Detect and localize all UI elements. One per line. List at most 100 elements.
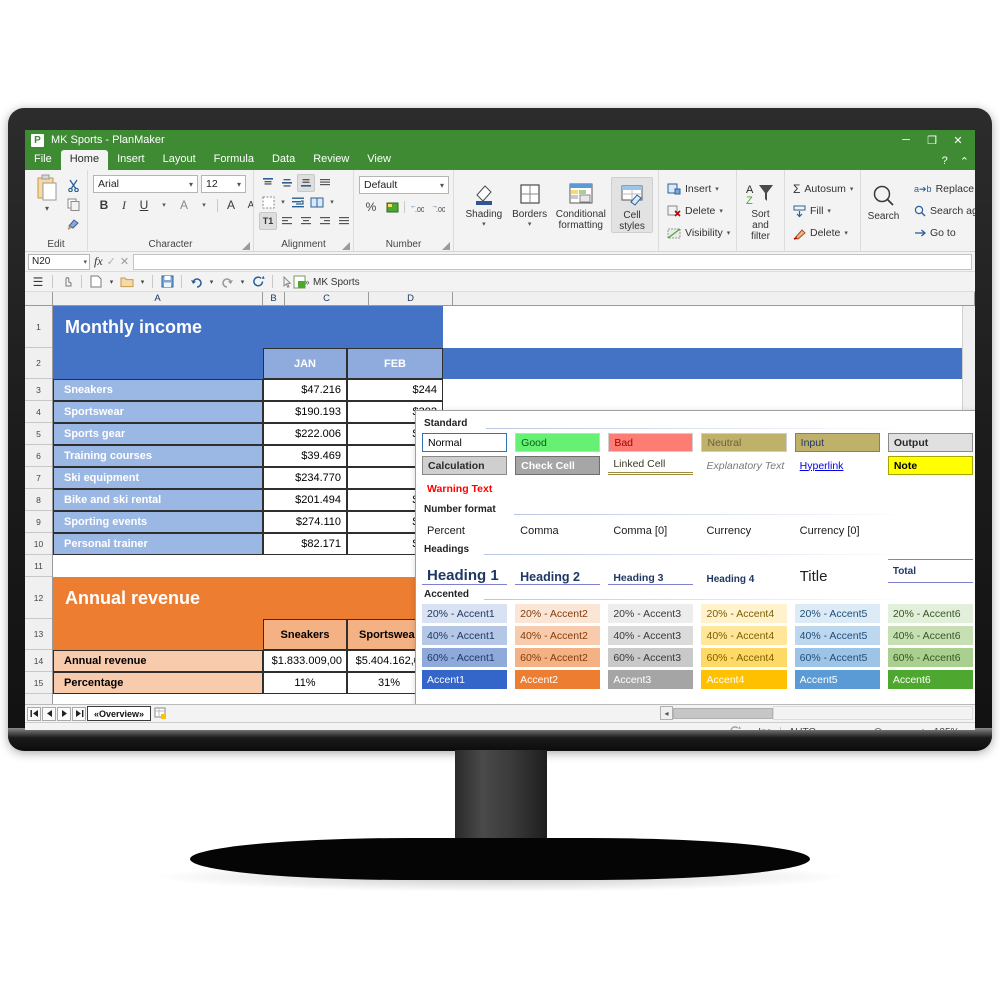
borders-button[interactable]: Borders ▾ (509, 177, 551, 228)
tab-home[interactable]: Home (60, 150, 109, 170)
accept-formula-icon[interactable]: ✓ (107, 255, 116, 268)
align-center-icon[interactable] (297, 212, 315, 230)
first-sheet-button[interactable] (27, 706, 41, 721)
style-accent4[interactable]: Accent4 (701, 670, 787, 689)
hscroll-left-button[interactable]: ◂ (660, 706, 673, 720)
restore-button[interactable]: ❐ (919, 130, 945, 150)
open-dropdown-caret[interactable]: ▾ (138, 273, 147, 291)
merge-dropdown-caret[interactable]: ▾ (327, 193, 337, 211)
status-more-icon[interactable]: » (963, 727, 969, 730)
style-20-accent3[interactable]: 20% - Accent3 (608, 604, 694, 623)
style-20-accent4[interactable]: 20% - Accent4 (701, 604, 787, 623)
horizontal-scrollbar[interactable]: ◂ (660, 706, 973, 720)
name-box[interactable]: N20 ▾ (28, 253, 90, 270)
table-row[interactable]: Sneakers $47.216 $244 (53, 379, 975, 401)
style-40-accent1[interactable]: 40% - Accent1 (422, 626, 508, 645)
style-60-accent5[interactable]: 60% - Accent5 (794, 648, 880, 667)
style-60-accent6[interactable]: 60% - Accent6 (887, 648, 973, 667)
copy-icon[interactable] (64, 195, 82, 213)
open-folder-icon[interactable] (118, 273, 136, 291)
paste-icon[interactable] (34, 174, 60, 204)
number-dialog-launcher[interactable] (442, 242, 450, 250)
borders-dropdown-caret[interactable]: ▾ (278, 193, 288, 211)
style-40-accent3[interactable]: 40% - Accent3 (608, 626, 694, 645)
visibility-button[interactable]: Visibility ▾ (664, 223, 733, 243)
refresh-icon[interactable] (249, 273, 267, 291)
style-60-accent3[interactable]: 60% - Accent3 (608, 648, 694, 667)
redo-icon[interactable] (218, 273, 236, 291)
style-output[interactable]: Output (887, 433, 973, 452)
decrease-decimal-icon[interactable]: → .00 (429, 198, 447, 216)
underline-dropdown-caret[interactable]: ▾ (155, 196, 173, 214)
shading-button[interactable]: Shading ▾ (463, 177, 505, 228)
hamburger-menu-icon[interactable]: ☰ (29, 273, 47, 291)
font-size-combo[interactable]: 12 ▾ (201, 175, 246, 193)
column-header-b[interactable]: B (263, 292, 285, 305)
row-header-8[interactable]: 8 (25, 489, 52, 511)
style-title[interactable]: Title (795, 559, 880, 585)
style-60-accent1[interactable]: 60% - Accent1 (422, 648, 508, 667)
row-header-4[interactable]: 4 (25, 401, 52, 423)
style-heading-1[interactable]: Heading 1 (422, 559, 508, 585)
select-all-corner[interactable] (25, 292, 53, 305)
style-neutral[interactable]: Neutral (701, 433, 787, 452)
search-again-button[interactable]: Search again (911, 201, 975, 221)
previous-sheet-button[interactable] (42, 706, 56, 721)
borders-quick-icon[interactable] (259, 193, 277, 211)
currency-format-icon[interactable] (383, 198, 401, 216)
style-currency[interactable]: Currency (701, 521, 786, 541)
text-rotation-icon[interactable]: T1 (259, 212, 277, 230)
align-middle-icon[interactable] (278, 174, 296, 192)
tab-formula[interactable]: Formula (205, 150, 263, 170)
conditional-formatting-button[interactable]: Conditional formatting (554, 177, 607, 231)
column-header-a[interactable]: A (53, 292, 263, 305)
row-header-12[interactable]: 12 (25, 577, 52, 619)
redo-dropdown-caret[interactable]: ▾ (238, 273, 247, 291)
style-total[interactable]: Total (887, 559, 973, 583)
row-header-5[interactable]: 5 (25, 423, 52, 445)
percent-format-icon[interactable]: % (362, 198, 380, 216)
style-20-accent6[interactable]: 20% - Accent6 (887, 604, 973, 623)
justify-icon[interactable] (316, 174, 334, 192)
style-currency-0[interactable]: Currency [0] (795, 521, 880, 541)
row-header-15[interactable]: 15 (25, 672, 52, 694)
style-note[interactable]: Note (887, 456, 973, 475)
insert-mode-indicator[interactable]: Ins (758, 727, 771, 730)
document-tab[interactable]: MK Sports (285, 273, 368, 291)
style-40-accent2[interactable]: 40% - Accent2 (515, 626, 601, 645)
style-hyperlink[interactable]: Hyperlink (794, 456, 880, 475)
search-button[interactable]: Search (866, 179, 901, 222)
zoom-slider[interactable]: − + (826, 727, 926, 730)
insert-cells-button[interactable]: Insert ▾ (664, 179, 722, 199)
add-sheet-icon[interactable] (152, 706, 169, 721)
style-bad[interactable]: Bad (608, 433, 694, 452)
fx-icon[interactable]: fx (94, 254, 103, 269)
tab-insert[interactable]: Insert (108, 150, 154, 170)
style-40-accent5[interactable]: 40% - Accent5 (794, 626, 880, 645)
minimize-button[interactable]: ─ (893, 130, 919, 150)
new-dropdown-caret[interactable]: ▾ (107, 273, 116, 291)
align-top-icon[interactable] (259, 174, 277, 192)
cell-styles-button[interactable]: Cell styles (611, 177, 654, 233)
row-header-10[interactable]: 10 (25, 533, 52, 555)
row-header-2[interactable]: 2 (25, 348, 52, 379)
delete-cells-button[interactable]: Delete ▾ (664, 201, 726, 221)
format-painter-icon[interactable] (64, 214, 82, 232)
italic-button[interactable]: I (115, 196, 133, 214)
undo-dropdown-caret[interactable]: ▾ (207, 273, 216, 291)
style-input[interactable]: Input (794, 433, 880, 452)
bold-button[interactable]: B (95, 196, 113, 214)
hscroll-thumb[interactable] (673, 707, 773, 719)
style-explanatory-text[interactable]: Explanatory Text (701, 456, 787, 475)
style-40-accent4[interactable]: 40% - Accent4 (701, 626, 787, 645)
zoom-level-label[interactable]: 125% (934, 727, 960, 730)
style-accent5[interactable]: Accent5 (794, 670, 880, 689)
row-header-11[interactable]: 11 (25, 555, 52, 577)
go-to-button[interactable]: Go to (911, 223, 959, 243)
column-header-c[interactable]: C (285, 292, 369, 305)
zoom-slider-knob[interactable] (874, 728, 883, 730)
tab-view[interactable]: View (358, 150, 400, 170)
style-percent[interactable]: Percent (422, 521, 507, 541)
refresh-status-icon[interactable] (728, 725, 742, 730)
style-20-accent5[interactable]: 20% - Accent5 (794, 604, 880, 623)
